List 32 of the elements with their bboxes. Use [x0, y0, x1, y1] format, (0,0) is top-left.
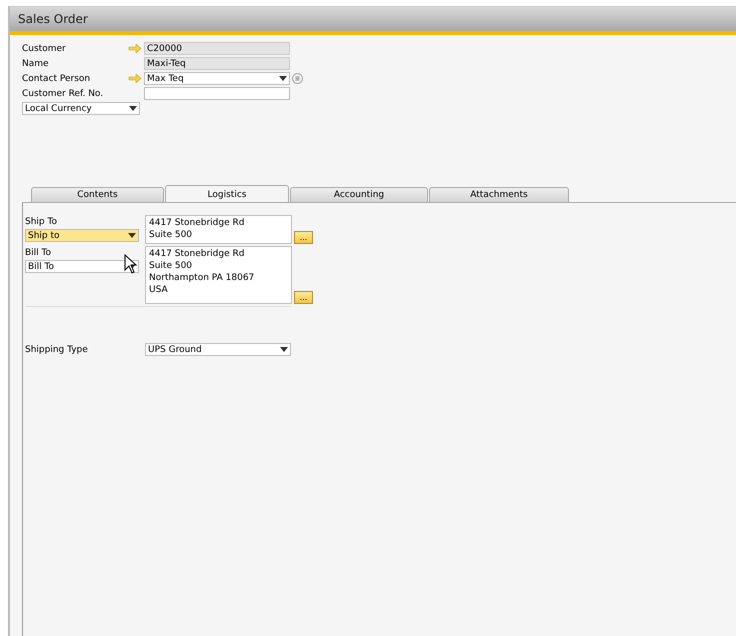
currency-dropdown[interactable]: Local Currency	[22, 102, 140, 115]
browse-button[interactable]: ...	[294, 291, 313, 304]
text-field[interactable]: Maxi-Teq	[144, 57, 290, 70]
contact-dropdown[interactable]: Max Teq	[144, 72, 290, 85]
mouse-pointer-icon	[124, 254, 137, 274]
dropdown-caret-icon	[129, 106, 137, 111]
tab[interactable]: Contents	[31, 187, 164, 203]
address-box[interactable]: 4417 Stonebridge Rd Suite 500	[145, 215, 292, 244]
list-icon[interactable]	[292, 73, 303, 84]
shipping-type-dropdown[interactable]: UPS Ground	[145, 343, 291, 356]
text-field[interactable]	[144, 87, 290, 100]
browse-button[interactable]: ...	[294, 231, 313, 244]
tab[interactable]: Logistics	[165, 185, 289, 203]
dropdown-caret-icon	[280, 347, 288, 352]
address-label: Ship To	[25, 217, 58, 227]
address-type-dropdown[interactable]: Bill To	[25, 260, 139, 273]
address-type-dropdown[interactable]: Ship to	[25, 229, 139, 242]
dropdown-caret-icon	[279, 76, 287, 81]
field-label: Name	[22, 58, 50, 68]
window-title: Sales Order	[18, 12, 88, 26]
address-label: Bill To	[25, 248, 52, 258]
field-label: Shipping Type	[25, 344, 89, 354]
field-label: Contact Person	[22, 74, 92, 84]
link-arrow-icon[interactable]	[128, 44, 142, 53]
dropdown-caret-icon	[128, 233, 136, 238]
tab[interactable]: Attachments	[429, 187, 569, 203]
link-arrow-icon[interactable]	[128, 74, 142, 83]
address-box[interactable]: 4417 Stonebridge Rd Suite 500 Northampton PA 18067 USA	[145, 246, 292, 304]
field-label: Customer Ref. No.	[22, 88, 104, 98]
tab[interactable]: Accounting	[290, 187, 428, 203]
text-field[interactable]: C20000	[144, 42, 290, 55]
field-label: Customer	[22, 44, 67, 54]
